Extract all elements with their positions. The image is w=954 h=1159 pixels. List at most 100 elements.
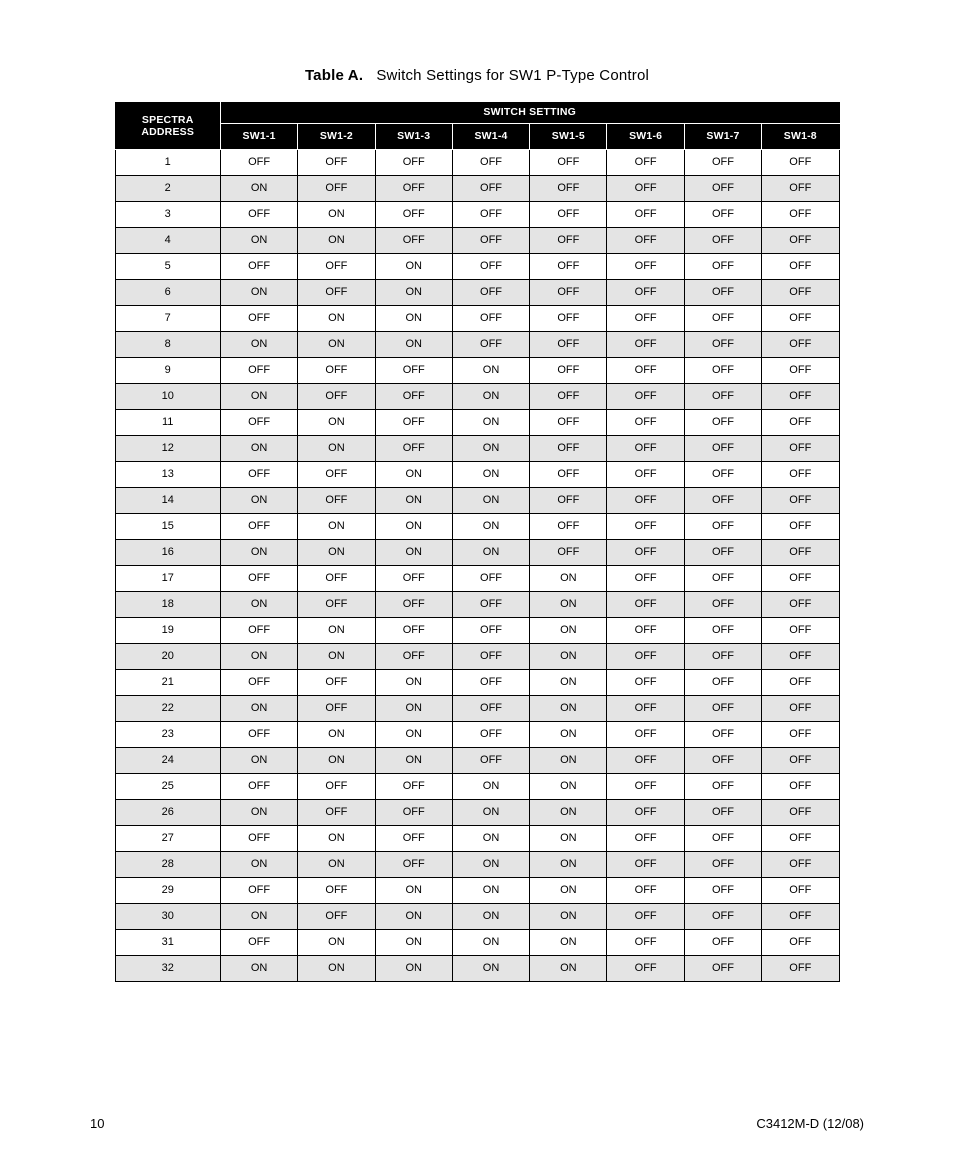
cell-value: OFF [530, 436, 607, 462]
table-row: 29OFFOFFONONONOFFOFFOFF [115, 878, 839, 904]
cell-value: OFF [762, 306, 839, 332]
cell-value: ON [375, 904, 452, 930]
cell-value: OFF [762, 670, 839, 696]
cell-value: OFF [452, 228, 529, 254]
cell-value: OFF [684, 644, 761, 670]
cell-value: ON [530, 592, 607, 618]
cell-value: ON [452, 800, 529, 826]
cell-value: OFF [607, 826, 684, 852]
cell-value: OFF [684, 332, 761, 358]
table-row: 15OFFONONONOFFOFFOFFOFF [115, 514, 839, 540]
cell-value: ON [298, 618, 375, 644]
cell-value: OFF [684, 748, 761, 774]
cell-value: ON [375, 670, 452, 696]
cell-value: OFF [684, 956, 761, 982]
cell-value: OFF [762, 956, 839, 982]
cell-value: OFF [684, 202, 761, 228]
cell-value: ON [220, 696, 297, 722]
cell-value: ON [452, 826, 529, 852]
cell-value: ON [220, 384, 297, 410]
cell-value: OFF [530, 410, 607, 436]
cell-value: ON [375, 254, 452, 280]
cell-value: OFF [607, 306, 684, 332]
cell-value: OFF [684, 384, 761, 410]
table-row: 28ONONOFFONONOFFOFFOFF [115, 852, 839, 878]
cell-value: OFF [298, 670, 375, 696]
cell-value: OFF [762, 254, 839, 280]
cell-value: ON [452, 904, 529, 930]
col-header-sw1-6: SW1-6 [607, 124, 684, 150]
cell-value: ON [220, 332, 297, 358]
cell-value: OFF [375, 358, 452, 384]
cell-value: OFF [530, 358, 607, 384]
table-row: 13OFFOFFONONOFFOFFOFFOFF [115, 462, 839, 488]
cell-value: ON [375, 306, 452, 332]
cell-value: OFF [375, 228, 452, 254]
cell-value: ON [452, 488, 529, 514]
cell-address: 5 [115, 254, 220, 280]
cell-value: OFF [684, 930, 761, 956]
cell-address: 22 [115, 696, 220, 722]
col-header-sw1-3: SW1-3 [375, 124, 452, 150]
cell-value: OFF [375, 800, 452, 826]
cell-value: ON [220, 956, 297, 982]
cell-value: OFF [684, 514, 761, 540]
table-row: 7OFFONONOFFOFFOFFOFFOFF [115, 306, 839, 332]
table-row: 16ONONONONOFFOFFOFFOFF [115, 540, 839, 566]
cell-value: ON [452, 956, 529, 982]
cell-value: OFF [762, 358, 839, 384]
cell-value: ON [530, 852, 607, 878]
cell-value: OFF [452, 618, 529, 644]
cell-value: OFF [375, 384, 452, 410]
cell-value: OFF [375, 176, 452, 202]
cell-value: ON [452, 384, 529, 410]
cell-value: OFF [607, 176, 684, 202]
cell-address: 25 [115, 774, 220, 800]
table-row: 3OFFONOFFOFFOFFOFFOFFOFF [115, 202, 839, 228]
table-row: 27OFFONOFFONONOFFOFFOFF [115, 826, 839, 852]
cell-address: 21 [115, 670, 220, 696]
cell-value: OFF [684, 852, 761, 878]
cell-value: OFF [220, 202, 297, 228]
cell-address: 9 [115, 358, 220, 384]
cell-address: 13 [115, 462, 220, 488]
cell-value: OFF [762, 748, 839, 774]
cell-value: ON [375, 462, 452, 488]
cell-value: ON [298, 332, 375, 358]
cell-value: ON [375, 878, 452, 904]
cell-value: ON [298, 514, 375, 540]
cell-value: OFF [298, 904, 375, 930]
cell-value: OFF [298, 176, 375, 202]
cell-value: OFF [684, 176, 761, 202]
cell-address: 26 [115, 800, 220, 826]
table-caption: Table A. Switch Settings for SW1 P-Type … [0, 67, 954, 84]
cell-value: OFF [298, 696, 375, 722]
cell-value: OFF [607, 202, 684, 228]
cell-value: ON [298, 540, 375, 566]
cell-value: OFF [298, 592, 375, 618]
cell-value: OFF [684, 592, 761, 618]
cell-value: ON [220, 904, 297, 930]
cell-value: ON [298, 202, 375, 228]
cell-value: OFF [452, 748, 529, 774]
cell-value: ON [298, 722, 375, 748]
cell-value: OFF [298, 800, 375, 826]
cell-value: ON [452, 878, 529, 904]
switch-settings-table: SPECTRA ADDRESS SWITCH SETTING SW1-1 SW1… [115, 102, 840, 982]
cell-value: ON [530, 826, 607, 852]
cell-value: OFF [607, 514, 684, 540]
cell-value: OFF [220, 930, 297, 956]
cell-value: OFF [762, 488, 839, 514]
cell-address: 12 [115, 436, 220, 462]
table-row: 18ONOFFOFFOFFONOFFOFFOFF [115, 592, 839, 618]
cell-value: ON [298, 228, 375, 254]
cell-value: ON [298, 436, 375, 462]
col-header-sw1-5: SW1-5 [530, 124, 607, 150]
cell-value: OFF [762, 904, 839, 930]
table-row: 26ONOFFOFFONONOFFOFFOFF [115, 800, 839, 826]
cell-value: OFF [762, 410, 839, 436]
cell-value: ON [375, 696, 452, 722]
cell-value: OFF [607, 488, 684, 514]
cell-value: OFF [607, 410, 684, 436]
cell-value: OFF [607, 696, 684, 722]
